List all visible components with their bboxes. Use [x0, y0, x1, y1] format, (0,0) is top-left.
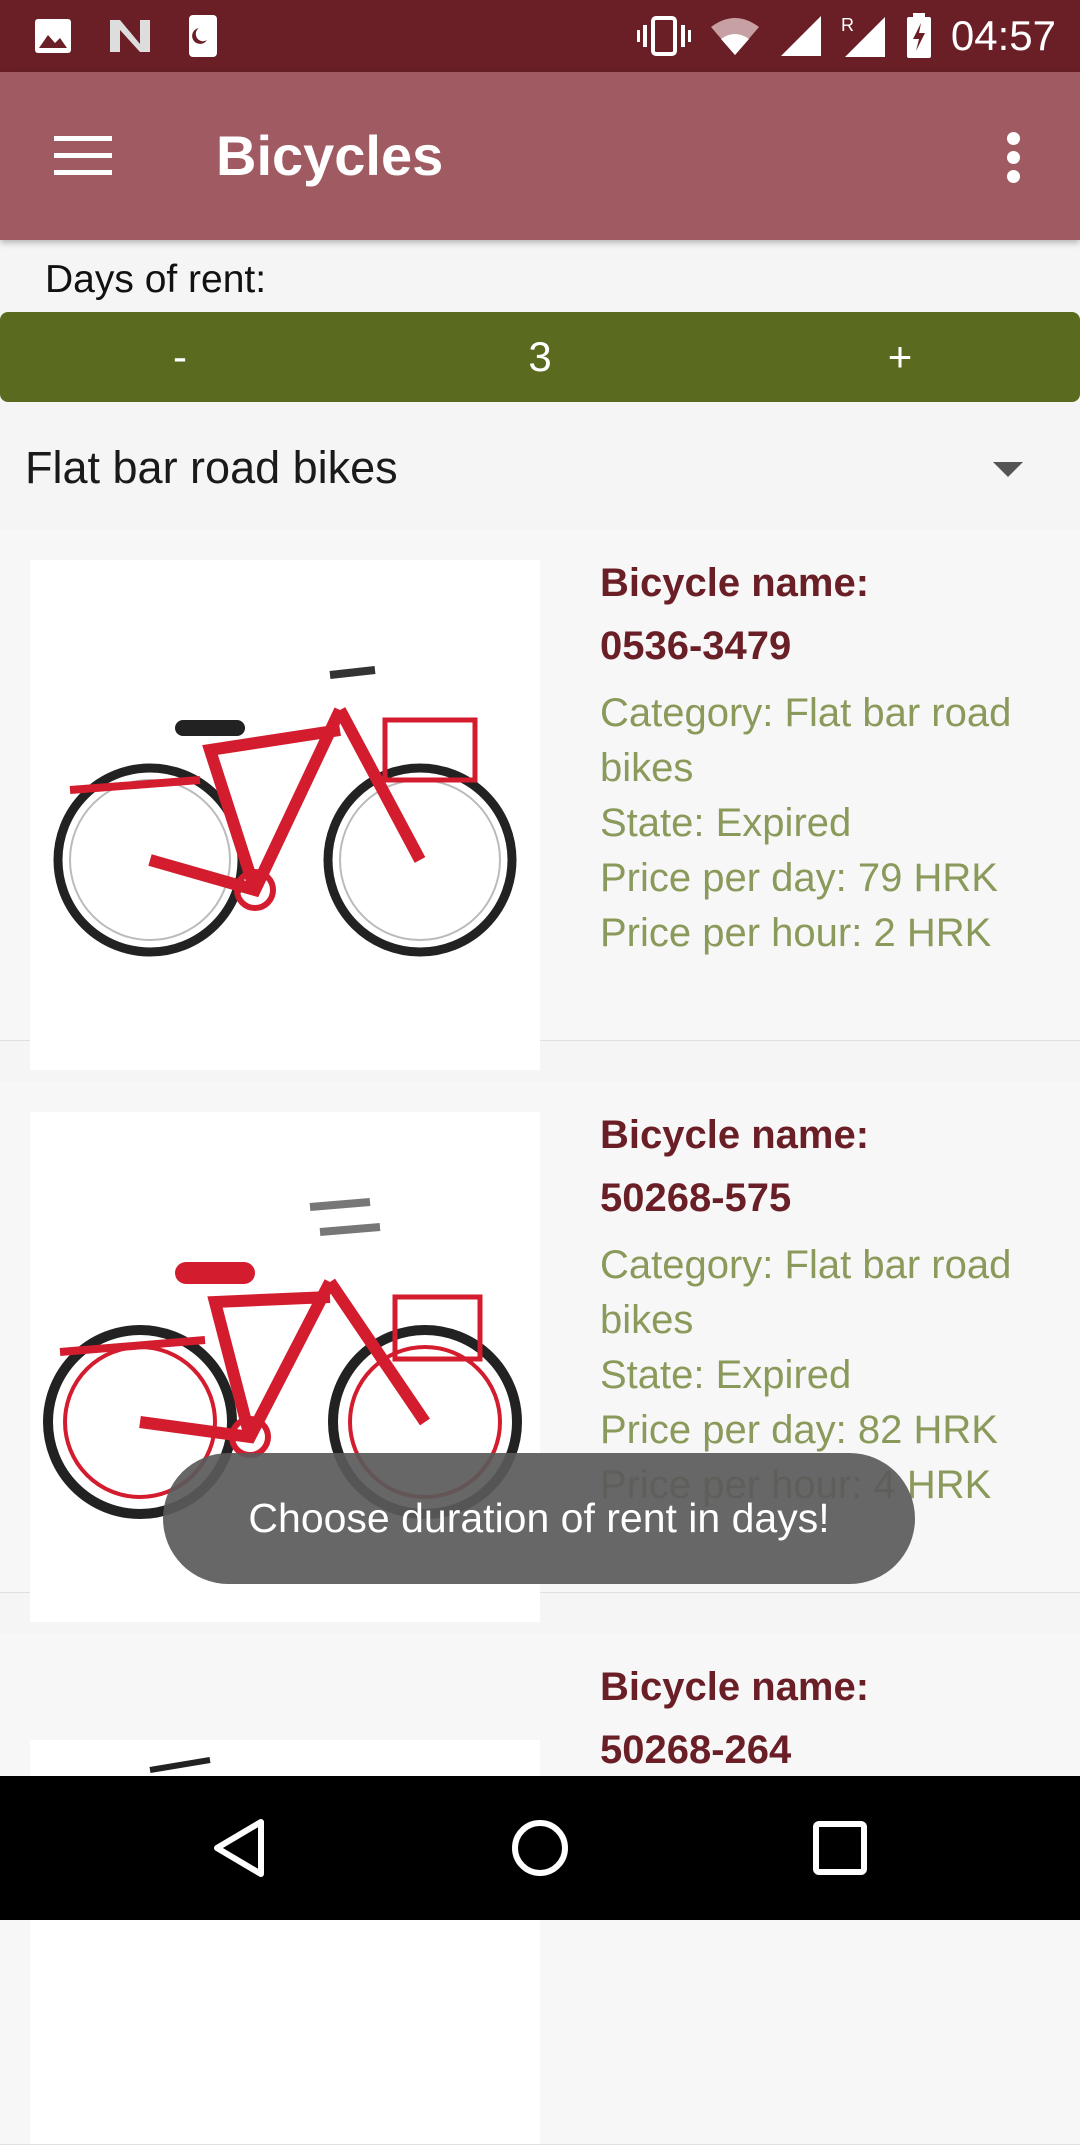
page-title: Bicycles [216, 124, 444, 187]
status-time: 04:57 [950, 12, 1056, 59]
red-bicycle-basket-image [53, 666, 517, 957]
n-logo-icon [110, 20, 150, 52]
bike-name: 50268-575 [600, 1176, 792, 1220]
bike-price-hour: Price per hour: 2 HRK [600, 911, 992, 955]
bike-image [30, 560, 540, 1070]
bike-state: State: Expired [600, 1353, 852, 1397]
wifi-icon [710, 18, 759, 55]
bike-state: State: Expired [600, 801, 852, 845]
days-stepper: - 3 + [0, 312, 1080, 402]
bike-name: 0536-3479 [600, 624, 792, 668]
days-value: 3 [528, 333, 552, 380]
back-triangle-icon[interactable] [205, 1812, 277, 1884]
more-vert-icon[interactable] [1004, 132, 1024, 184]
category-selected-value: Flat bar road bikes [25, 442, 398, 493]
navigation-bar [0, 1776, 1080, 1920]
vibrate-icon [636, 16, 691, 56]
increase-days-button[interactable]: + [880, 333, 920, 381]
bike-category: Category: Flat bar road bikes [600, 691, 1012, 790]
bike-name-label: Bicycle name: [600, 1113, 870, 1157]
status-bar: R 04:57 [0, 0, 1080, 72]
app-bar: Bicycles [0, 72, 1080, 240]
hamburger-menu-icon[interactable] [54, 136, 112, 176]
bike-name: 50268-264 [600, 1728, 792, 1772]
days-of-rent-label: Days of rent: [45, 258, 267, 301]
dropdown-arrow-icon [993, 462, 1023, 477]
bike-price-day: Price per day: 82 HRK [600, 1408, 998, 1452]
svg-text:R: R [841, 15, 854, 35]
image-icon [35, 19, 71, 53]
category-dropdown[interactable]: Flat bar road bikes [0, 432, 1080, 532]
bicycle-image [149, 1757, 211, 1773]
bike-list-item[interactable]: Bicycle name: 0536-3479 Category: Flat b… [0, 530, 1080, 1070]
roaming-signal-icon: R [841, 15, 885, 57]
bike-price-day: Price per day: 79 HRK [600, 856, 998, 900]
recents-square-icon[interactable] [804, 1812, 876, 1884]
bike-name-label: Bicycle name: [600, 561, 870, 605]
sim-card-icon [189, 15, 217, 57]
signal-icon [780, 16, 821, 56]
bike-category: Category: Flat bar road bikes [600, 1243, 1012, 1342]
battery-charging-icon [906, 13, 931, 58]
bike-name-label: Bicycle name: [600, 1665, 870, 1709]
home-circle-icon[interactable] [504, 1812, 576, 1884]
decrease-days-button[interactable]: - [160, 333, 200, 381]
toast-message: Choose duration of rent in days! [163, 1453, 915, 1584]
